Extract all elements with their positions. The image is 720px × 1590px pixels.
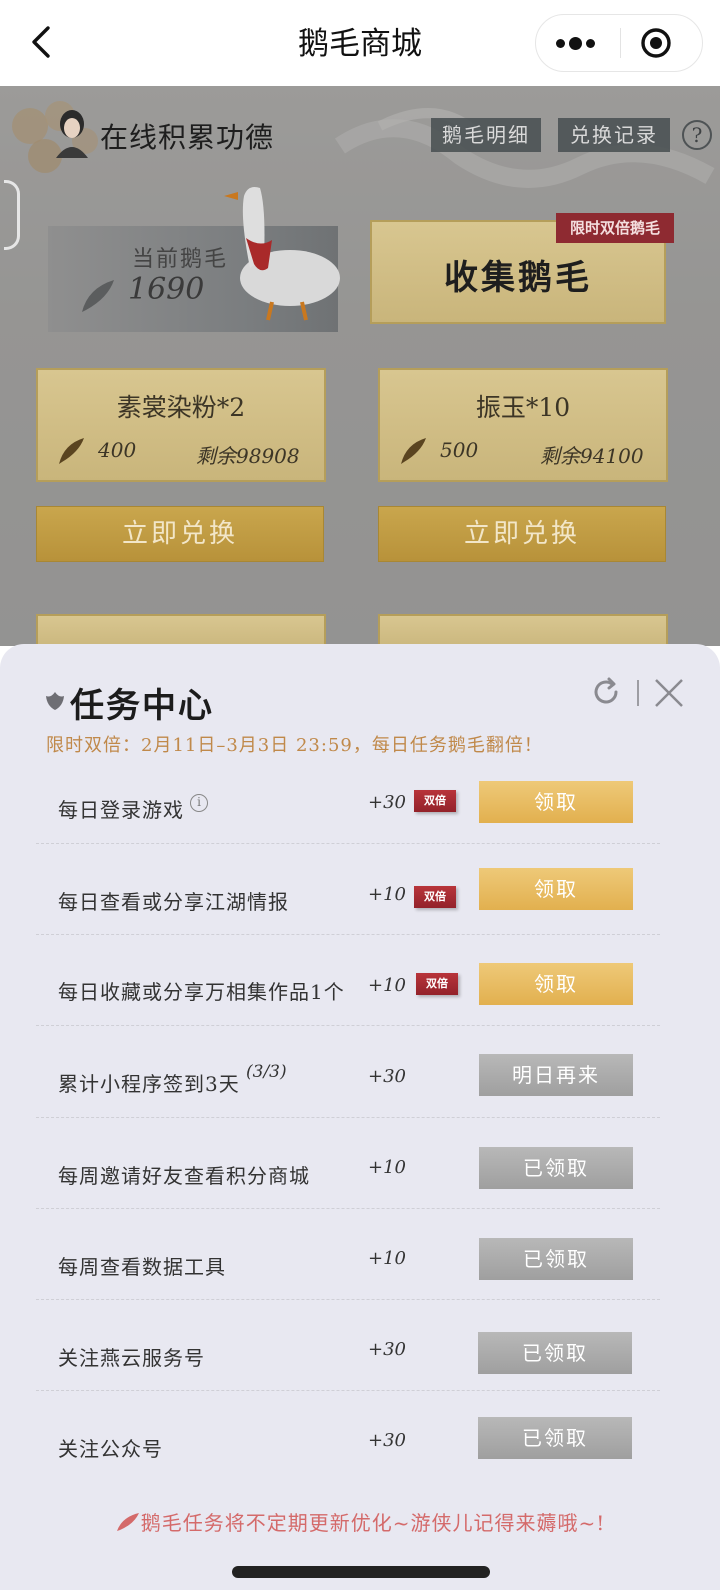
feather-icon xyxy=(401,438,426,464)
user-name: 在线积累功德 xyxy=(100,121,275,154)
shop-item-stock: 剩余98908 xyxy=(196,444,300,468)
refresh-icon[interactable] xyxy=(590,676,622,708)
footer-note-text: 鹅毛任务将不定期更新优化~游侠儿记得来薅哦~! xyxy=(140,1511,606,1535)
exchange-record-button[interactable]: 兑换记录 xyxy=(558,118,670,152)
row-divider xyxy=(36,1390,660,1391)
balance-value: 1690 xyxy=(128,272,205,307)
close-icon[interactable] xyxy=(652,676,686,710)
row-divider xyxy=(36,843,660,844)
mini-program-capsule xyxy=(535,14,703,72)
header-divider xyxy=(637,680,639,706)
claimed-button[interactable]: 已领取 xyxy=(479,1147,633,1189)
task-label: 每周查看数据工具 xyxy=(58,1255,226,1279)
task-points: +10 xyxy=(368,884,406,905)
task-label: 每日查看或分享江湖情报 xyxy=(58,890,289,914)
task-label: 每日收藏或分享万相集作品1个 xyxy=(58,980,345,1004)
task-points: +30 xyxy=(368,1339,406,1360)
goose-illustration xyxy=(224,187,340,321)
double-feather-tag: 限时双倍鹅毛 xyxy=(556,213,674,243)
feather-icon xyxy=(82,280,114,312)
task-label: 每日登录游戏 xyxy=(58,798,184,822)
shop-item-name: 素裳染粉*2 xyxy=(116,393,246,422)
task-points: +30 xyxy=(368,1430,406,1451)
row-divider xyxy=(36,1025,660,1026)
feather-detail-button[interactable]: 鹅毛明细 xyxy=(431,118,541,152)
footer-note: 鹅毛任务将不定期更新优化~游侠儿记得来薅哦~! xyxy=(0,1507,720,1536)
row-divider xyxy=(36,1208,660,1209)
row-divider xyxy=(36,934,660,935)
come-back-tomorrow-button[interactable]: 明日再来 xyxy=(479,1054,633,1096)
claimed-button[interactable]: 已领取 xyxy=(478,1417,632,1459)
task-points: +30 xyxy=(368,792,406,813)
side-drawer-handle[interactable] xyxy=(4,180,20,250)
row-divider xyxy=(36,1117,660,1118)
claim-button[interactable]: 领取 xyxy=(479,963,633,1005)
task-center-title: 任务中心 xyxy=(70,686,214,726)
claim-button[interactable]: 领取 xyxy=(479,781,633,823)
task-progress: (3/3) xyxy=(246,1062,287,1082)
task-points: +10 xyxy=(368,975,406,996)
claimed-button[interactable]: 已领取 xyxy=(479,1238,633,1280)
task-label: 关注燕云服务号 xyxy=(58,1346,205,1370)
exchange-button[interactable]: 立即兑换 xyxy=(36,506,324,562)
task-label: 每周邀请好友查看积分商城 xyxy=(58,1164,310,1188)
task-points: +30 xyxy=(368,1066,406,1087)
claim-button[interactable]: 领取 xyxy=(479,868,633,910)
home-indicator[interactable] xyxy=(232,1566,490,1578)
task-points: +10 xyxy=(368,1157,406,1178)
close-target-icon[interactable] xyxy=(640,27,672,59)
help-icon[interactable]: ? xyxy=(682,120,712,150)
row-divider xyxy=(36,1299,660,1300)
task-label: 累计小程序签到3天 xyxy=(58,1072,240,1096)
double-badge: 双倍 xyxy=(414,886,456,908)
shop-item-stock: 剩余94100 xyxy=(540,444,644,468)
shop-item-cost: 400 xyxy=(98,438,137,462)
task-points: +10 xyxy=(368,1248,406,1269)
lotus-icon xyxy=(46,692,64,710)
user-avatar[interactable] xyxy=(52,108,92,158)
double-badge: 双倍 xyxy=(414,790,456,812)
modal-overlay[interactable] xyxy=(0,86,720,646)
info-icon[interactable]: i xyxy=(190,794,208,812)
collect-feathers-label: 收集鹅毛 xyxy=(444,258,592,298)
double-badge: 双倍 xyxy=(416,973,458,995)
feather-icon xyxy=(116,1513,139,1531)
more-menu-icon[interactable] xyxy=(552,29,608,57)
shop-item-cost: 500 xyxy=(440,438,479,462)
shop-item-name: 振玉*10 xyxy=(475,393,571,422)
task-label: 关注公众号 xyxy=(58,1437,163,1461)
feather-icon xyxy=(59,438,84,464)
capsule-divider xyxy=(620,28,621,58)
double-event-subtitle: 限时双倍：2月11日–3月3日 23:59，每日任务鹅毛翻倍！ xyxy=(46,735,543,756)
exchange-button[interactable]: 立即兑换 xyxy=(378,506,666,562)
claimed-button[interactable]: 已领取 xyxy=(478,1332,632,1374)
